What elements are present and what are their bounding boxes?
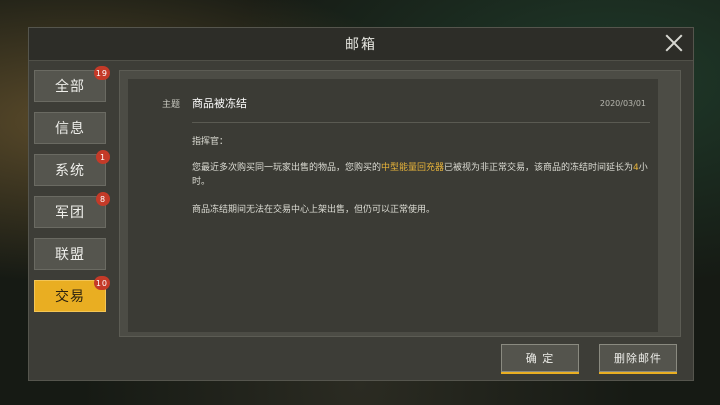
close-icon[interactable] <box>663 32 685 54</box>
unread-badge: 8 <box>96 192 110 206</box>
mail-greeting: 指挥官： <box>192 137 229 147</box>
tab-legion[interactable]: 军团 8 <box>34 192 110 228</box>
tab-label: 军团 <box>55 205 85 221</box>
button-accent-edge <box>599 372 677 374</box>
tab-label: 联盟 <box>55 247 85 263</box>
subject-label: 主题 <box>162 100 181 110</box>
mail-content-frame: 主题 商品被冻结 2020/03/01 指挥官： 您最近多次购买同一玩家出售的物… <box>119 70 681 337</box>
tab-all[interactable]: 全部 19 <box>34 66 110 102</box>
tab-label: 信息 <box>55 121 85 137</box>
mailbox-dialog: 邮箱 全部 19 信息 系统 1 军团 8 联盟 交易 10 主题 商品被冻结 <box>28 27 694 381</box>
button-accent-edge <box>501 372 579 374</box>
mail-date: 2020/03/01 <box>599 99 646 108</box>
tab-system[interactable]: 系统 1 <box>34 150 110 186</box>
mail-category-sidebar: 全部 19 信息 系统 1 军团 8 联盟 交易 10 <box>34 66 110 322</box>
tab-trade[interactable]: 交易 10 <box>34 276 110 312</box>
title-bar: 邮箱 <box>29 28 693 61</box>
delete-mail-button[interactable]: 删除邮件 <box>599 344 677 374</box>
body-text: 已被视为非正常交易，该商品的冻结时间延长为 <box>444 163 634 173</box>
delete-label: 删除邮件 <box>614 352 662 365</box>
tab-messages[interactable]: 信息 <box>34 112 106 144</box>
unread-badge: 19 <box>93 66 110 80</box>
unread-badge: 10 <box>93 276 110 290</box>
divider <box>192 122 650 123</box>
mail-content-panel: 主题 商品被冻结 2020/03/01 指挥官： 您最近多次购买同一玩家出售的物… <box>128 79 658 332</box>
item-name-highlight: 中型能量回充器 <box>381 163 445 173</box>
tab-label: 交易 <box>55 289 85 305</box>
tab-label: 全部 <box>55 79 85 95</box>
unread-badge: 1 <box>96 150 110 164</box>
body-text: 您最近多次购买同一玩家出售的物品，您购买的 <box>192 163 382 173</box>
confirm-label: 确 定 <box>525 352 555 365</box>
dialog-title: 邮箱 <box>345 37 377 53</box>
tab-alliance[interactable]: 联盟 <box>34 238 106 270</box>
tab-label: 系统 <box>55 163 85 179</box>
mail-subject: 商品被冻结 <box>192 97 247 110</box>
mail-body-paragraph: 商品冻结期间无法在交易中心上架出售，但仍可以正常使用。 <box>192 205 436 215</box>
mail-body-paragraph: 您最近多次购买同一玩家出售的物品，您购买的中型能量回充器已被视为非正常交易，该商… <box>192 161 652 189</box>
confirm-button[interactable]: 确 定 <box>501 344 579 374</box>
